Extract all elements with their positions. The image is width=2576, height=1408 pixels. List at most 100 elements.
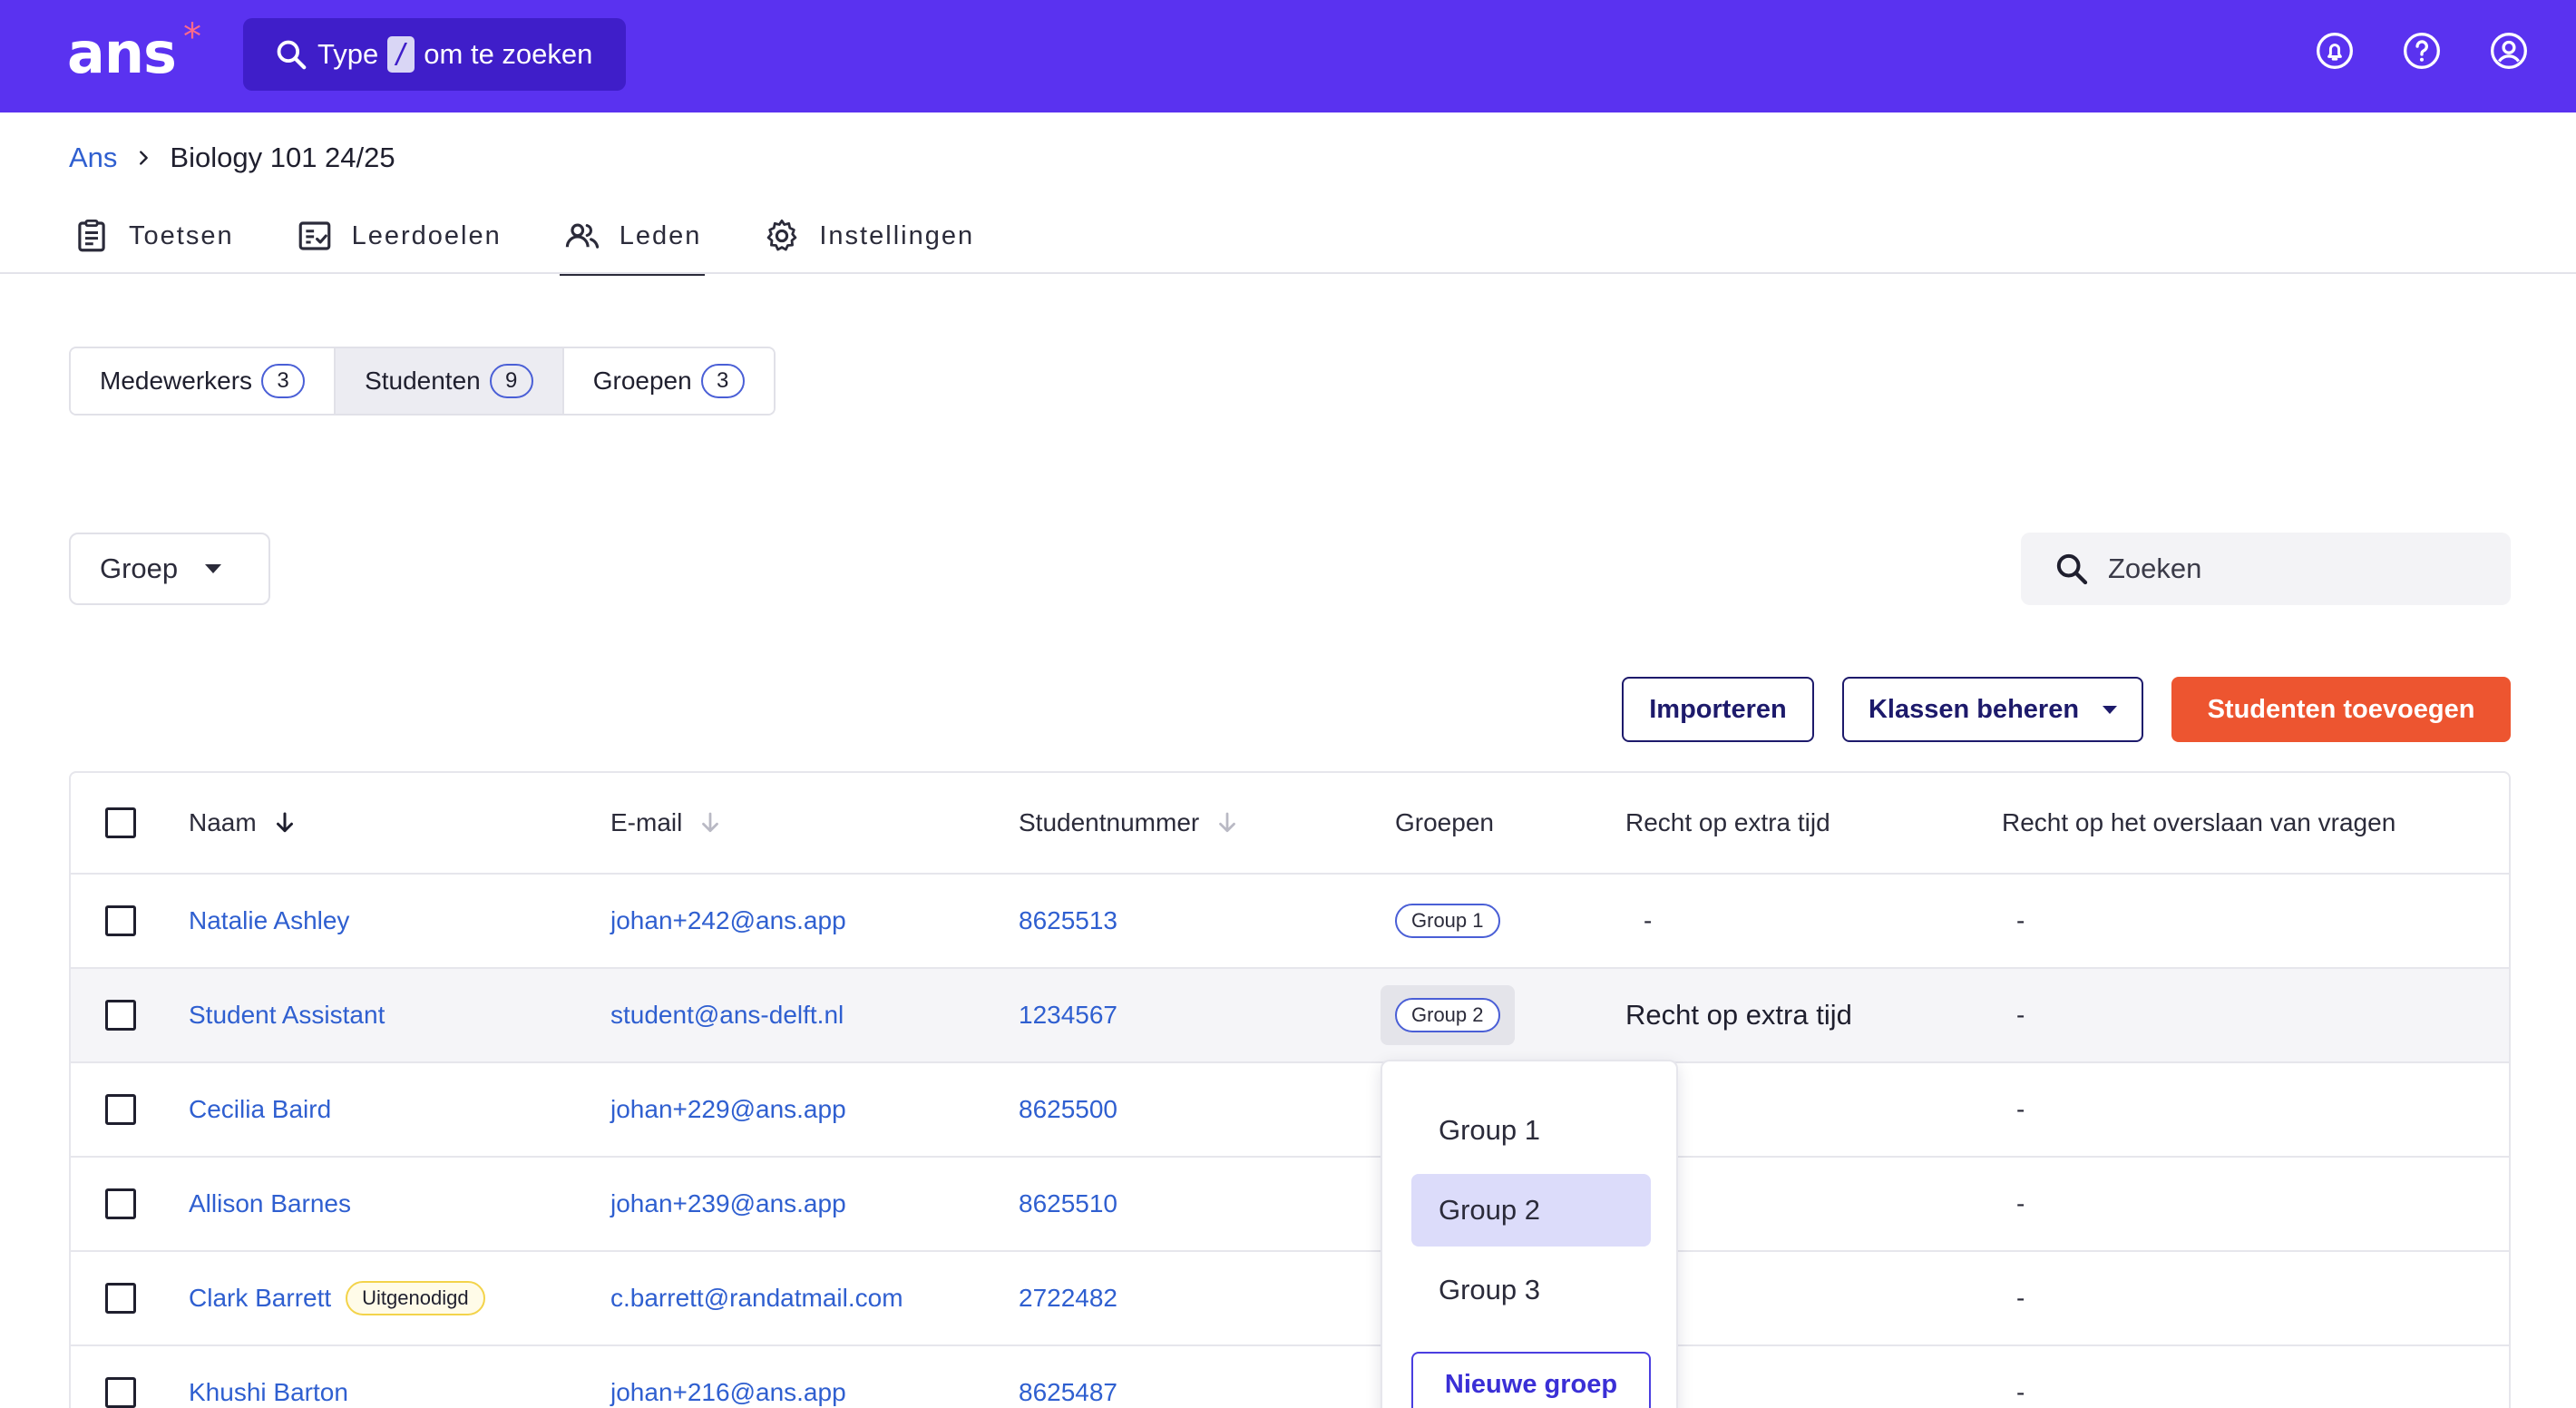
student-name[interactable]: Khushi Barton — [189, 1378, 348, 1407]
clipboard-icon — [78, 219, 105, 252]
skip-value: - — [2016, 1095, 2025, 1123]
segment-groepen[interactable]: Groepen 3 — [563, 348, 774, 414]
student-name[interactable]: Cecilia Baird — [189, 1095, 331, 1124]
column-groepen: Groepen — [1395, 773, 1494, 873]
new-group-button[interactable]: Nieuwe groep — [1411, 1352, 1651, 1408]
extra-time-value: - — [1644, 906, 1653, 934]
student-email[interactable]: johan+216@ans.app — [610, 1378, 846, 1407]
main-tabs: Toetsen Leerdoelen Leden Instellingen — [69, 207, 1032, 276]
logo-asterisk: * — [183, 16, 201, 58]
group-chip[interactable]: Group 1 — [1395, 904, 1500, 938]
student-email[interactable]: johan+242@ans.app — [610, 906, 846, 935]
skip-value: - — [2016, 1378, 2025, 1406]
search-placeholder: Zoeken — [2108, 552, 2202, 584]
sort-down-icon[interactable] — [697, 807, 724, 838]
people-icon — [565, 223, 599, 249]
logo-text: ans — [67, 20, 177, 86]
skip-value: - — [2016, 906, 2025, 934]
manage-classes-button[interactable]: Klassen beheren — [1842, 677, 2143, 742]
column-naam[interactable]: Naam — [189, 773, 298, 873]
breadcrumb-root[interactable]: Ans — [69, 142, 117, 174]
student-number[interactable]: 8625510 — [1019, 1189, 1117, 1218]
student-number[interactable]: 1234567 — [1019, 1001, 1117, 1030]
caret-down-icon — [205, 564, 222, 573]
student-search-input[interactable]: Zoeken — [2021, 533, 2511, 605]
table-row: Allison Barnes johan+239@ans.app 8625510… — [71, 1158, 2509, 1252]
help-icon[interactable] — [2402, 31, 2442, 71]
student-number[interactable]: 8625487 — [1019, 1378, 1117, 1407]
import-label: Importeren — [1649, 694, 1787, 724]
header-icons — [2315, 31, 2529, 71]
skip-value: - — [2016, 1284, 2025, 1312]
segment-label: Medewerkers — [100, 367, 253, 395]
extra-time-value: Recht op extra tijd — [1625, 999, 1852, 1031]
checklist-icon — [298, 221, 330, 250]
tab-toetsen[interactable]: Toetsen — [69, 207, 238, 265]
student-number[interactable]: 2722482 — [1019, 1284, 1117, 1313]
segment-count: 3 — [261, 364, 306, 398]
table-header: Naam E-mail Studentnummer Groepen Recht … — [71, 773, 2509, 875]
global-search-input[interactable]: Type / om te zoeken — [243, 18, 626, 91]
row-checkbox[interactable] — [105, 1283, 136, 1314]
segment-studenten[interactable]: Studenten 9 — [336, 348, 564, 414]
segment-count: 3 — [700, 364, 745, 398]
import-button[interactable]: Importeren — [1622, 677, 1814, 742]
column-extra-tijd: Recht op extra tijd — [1625, 773, 1830, 873]
row-checkbox[interactable] — [105, 1188, 136, 1219]
shortcut-key: / — [387, 36, 415, 73]
tab-leerdoelen[interactable]: Leerdoelen — [292, 207, 505, 265]
group-chip-active[interactable]: Group 2 — [1381, 985, 1515, 1045]
top-bar: ans * Type / om te zoeken — [0, 0, 2576, 112]
student-name[interactable]: Natalie Ashley — [189, 906, 349, 935]
dropdown-option-group-1[interactable]: Group 1 — [1411, 1094, 1651, 1167]
row-checkbox[interactable] — [105, 1000, 136, 1031]
column-email[interactable]: E-mail — [610, 773, 724, 873]
option-label: Group 2 — [1439, 1194, 1541, 1226]
sort-down-icon[interactable] — [271, 807, 298, 838]
segment-count: 9 — [489, 364, 533, 398]
breadcrumb-current: Biology 101 24/25 — [170, 142, 395, 173]
tab-leden[interactable]: Leden — [559, 207, 706, 276]
search-icon — [277, 40, 307, 70]
bell-icon[interactable] — [2315, 31, 2355, 71]
student-name[interactable]: Clark Barrett — [189, 1284, 331, 1313]
user-icon[interactable] — [2489, 31, 2529, 71]
group-filter-label: Groep — [100, 552, 179, 584]
student-email[interactable]: c.barrett@randatmail.com — [610, 1284, 903, 1313]
chevron-right-icon — [140, 151, 149, 165]
manage-classes-label: Klassen beheren — [1868, 694, 2080, 724]
column-studentnummer[interactable]: Studentnummer — [1019, 773, 1241, 873]
row-checkbox[interactable] — [105, 1377, 136, 1408]
segment-label: Studenten — [365, 367, 481, 395]
student-name[interactable]: Student Assistant — [189, 1001, 385, 1030]
caret-down-icon — [2103, 705, 2118, 714]
dropdown-option-group-3[interactable]: Group 3 — [1411, 1254, 1651, 1326]
option-label: Group 3 — [1439, 1274, 1541, 1305]
column-label: Groepen — [1395, 808, 1494, 836]
gear-icon — [767, 219, 797, 251]
group-filter-dropdown[interactable]: Groep — [69, 533, 270, 605]
student-name[interactable]: Allison Barnes — [189, 1189, 351, 1218]
student-email[interactable]: student@ans-delft.nl — [610, 1001, 844, 1030]
ans-logo[interactable]: ans * — [67, 16, 201, 86]
dropdown-option-group-2[interactable]: Group 2 — [1411, 1174, 1651, 1247]
column-label: Naam — [189, 808, 257, 836]
add-students-button[interactable]: Studenten toevoegen — [2171, 677, 2511, 742]
column-label: Recht op het overslaan van vragen — [2002, 808, 2396, 836]
table-row: Khushi Barton johan+216@ans.app 8625487 … — [71, 1346, 2509, 1408]
group-chip[interactable]: Group 2 — [1395, 998, 1500, 1032]
table-row: Natalie Ashley johan+242@ans.app 8625513… — [71, 875, 2509, 969]
sort-down-icon[interactable] — [1214, 807, 1241, 838]
student-number[interactable]: 8625513 — [1019, 906, 1117, 935]
row-checkbox[interactable] — [105, 905, 136, 936]
column-label: Studentnummer — [1019, 808, 1200, 836]
select-all-checkbox[interactable] — [105, 807, 136, 838]
tab-instellingen[interactable]: Instellingen — [759, 207, 978, 265]
segment-medewerkers[interactable]: Medewerkers 3 — [71, 348, 337, 414]
student-email[interactable]: johan+229@ans.app — [610, 1095, 846, 1124]
tabs-divider — [0, 272, 2576, 274]
student-number[interactable]: 8625500 — [1019, 1095, 1117, 1124]
student-email[interactable]: johan+239@ans.app — [610, 1189, 846, 1218]
tab-label: Leerdoelen — [351, 220, 502, 250]
row-checkbox[interactable] — [105, 1094, 136, 1125]
